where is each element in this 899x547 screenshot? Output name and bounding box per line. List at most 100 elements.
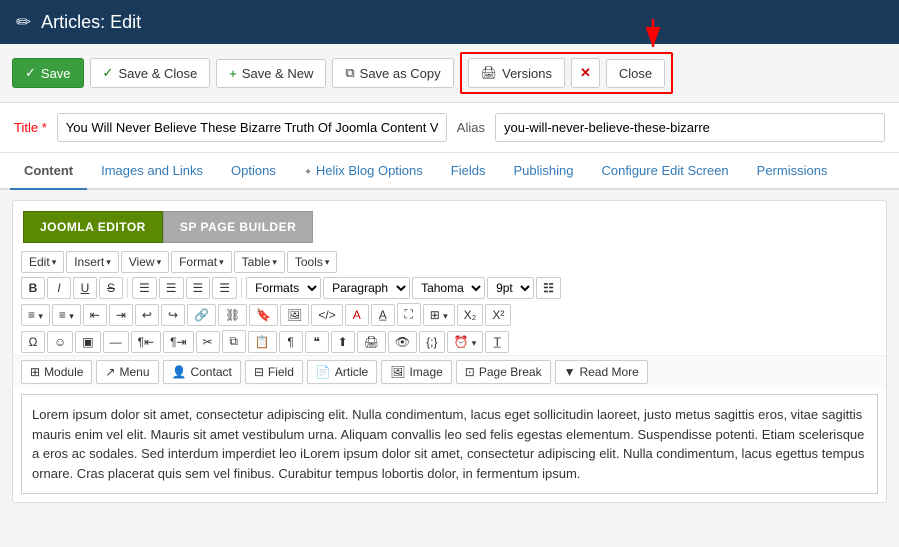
main-toolbar: ✓ Save ✓ Save & Close + Save & New ⧉ Sav…: [0, 44, 899, 103]
indent-decrease-button[interactable]: ⇤: [83, 304, 107, 326]
image-icon: 🖼: [390, 365, 405, 379]
title-input[interactable]: [57, 113, 447, 142]
menu-table[interactable]: Table ▾: [234, 251, 285, 273]
bg-color-button[interactable]: A̲: [371, 304, 395, 326]
save-close-label: Save & Close: [118, 66, 197, 81]
save-close-check-icon: ✓: [103, 65, 114, 81]
tab-permissions[interactable]: Permissions: [743, 153, 842, 190]
font-color-button[interactable]: A: [345, 304, 369, 326]
menu-button[interactable]: ↗ Menu: [96, 360, 158, 384]
preview-button[interactable]: 👁: [388, 331, 417, 353]
redo-button[interactable]: ↪: [161, 304, 185, 326]
copy-btn[interactable]: ⧉: [222, 330, 246, 353]
image-button[interactable]: 🖼 Image: [381, 360, 452, 384]
paste-button[interactable]: 📋: [248, 331, 277, 353]
sp-page-builder-button[interactable]: SP PAGE BUILDER: [163, 211, 313, 243]
menu-tools[interactable]: Tools ▾: [287, 251, 338, 273]
save-button[interactable]: ✓ Save: [12, 58, 84, 88]
tab-content[interactable]: Content: [10, 153, 87, 190]
rtl-button[interactable]: ¶⇤: [131, 331, 162, 353]
tab-configure-edit[interactable]: Configure Edit Screen: [587, 153, 742, 190]
bookmark-button[interactable]: 🔖: [249, 304, 278, 326]
list-ol-button[interactable]: ≡ ▾: [52, 304, 81, 326]
fullscreen-button[interactable]: ⛶: [397, 303, 421, 326]
versions-button[interactable]: 🖨 Versions: [468, 58, 565, 88]
size-select[interactable]: 9pt: [487, 277, 534, 299]
undo-button[interactable]: ↩: [135, 304, 159, 326]
alias-label: Alias: [457, 120, 485, 135]
smiley-button[interactable]: ☺: [47, 331, 73, 353]
editor-content-area[interactable]: Lorem ipsum dolor sit amet, consectetur …: [21, 394, 878, 494]
title-row: Title * Alias: [0, 103, 899, 153]
icon-bar-2: Ω ☺ ▣ — ¶⇤ ¶⇥ ✂ ⧉ 📋 ¶ ❝ ⬆ 🖨 👁 {;} ⏰ ▾ T̲: [21, 328, 878, 355]
hr-button[interactable]: —: [103, 331, 129, 353]
menu-view[interactable]: View ▾: [121, 251, 169, 273]
strikethrough-button[interactable]: S: [99, 277, 123, 299]
align-center-button[interactable]: ☰: [159, 277, 184, 299]
contact-icon: 👤: [172, 365, 187, 379]
image-label: Image: [409, 365, 442, 379]
editor-section: JOOMLA EDITOR SP PAGE BUILDER Edit ▾ Ins…: [12, 200, 887, 503]
clock-button[interactable]: ⏰ ▾: [447, 331, 484, 353]
tab-options[interactable]: Options: [217, 153, 290, 190]
formats-select[interactable]: Formats: [246, 277, 321, 299]
tab-helix-blog[interactable]: ✦ Helix Blog Options: [290, 153, 437, 190]
font-select[interactable]: Tahoma: [412, 277, 485, 299]
menu-btn-icon: ↗: [105, 365, 115, 379]
save-new-button[interactable]: + Save & New: [216, 59, 326, 88]
blockquote-button[interactable]: ❝: [305, 331, 329, 353]
icon-bar-1: ≡ ▾ ≡ ▾ ⇤ ⇥ ↩ ↪ 🔗 ⛓ 🔖 🖼 </> A A̲ ⛶ ⊞ ▾ X…: [21, 301, 878, 328]
media-button[interactable]: ▣: [75, 331, 100, 353]
menu-edit[interactable]: Edit ▾: [21, 251, 64, 273]
contact-button[interactable]: 👤 Contact: [163, 360, 241, 384]
tab-fields[interactable]: Fields: [437, 153, 500, 190]
close-x-button[interactable]: ✕: [571, 58, 600, 88]
pagebreak-icon: ⊡: [465, 365, 475, 379]
close-button[interactable]: Close: [606, 59, 665, 88]
alias-input[interactable]: [495, 113, 885, 142]
tab-publishing[interactable]: Publishing: [499, 153, 587, 190]
align-left-button[interactable]: ☰: [132, 277, 157, 299]
content-tabs: Content Images and Links Options ✦ Helix…: [0, 153, 899, 190]
print-button[interactable]: 🖨: [357, 331, 386, 353]
save-close-button[interactable]: ✓ Save & Close: [90, 58, 211, 88]
omega-button[interactable]: Ω: [21, 331, 45, 353]
align-right-button[interactable]: ☰: [186, 277, 211, 299]
joomla-editor-button[interactable]: JOOMLA EDITOR: [23, 211, 163, 243]
field-button[interactable]: ⊟ Field: [245, 360, 303, 384]
underline-button[interactable]: U: [73, 277, 97, 299]
bold-button[interactable]: B: [21, 277, 45, 299]
remove-format-button[interactable]: T̲: [485, 331, 509, 353]
page-break-button[interactable]: ⊡ Page Break: [456, 360, 551, 384]
align-justify-button[interactable]: ☰: [212, 277, 237, 299]
menu-btn-label: Menu: [119, 365, 149, 379]
tab-images-links[interactable]: Images and Links: [87, 153, 217, 190]
pilcrow-button[interactable]: ¶: [279, 331, 303, 353]
article-button[interactable]: 📄 Article: [307, 360, 377, 384]
subscript-button[interactable]: X₂: [457, 304, 484, 326]
link-button[interactable]: 🔗: [187, 304, 216, 326]
cut-button[interactable]: ✂: [196, 331, 220, 353]
read-more-button[interactable]: ▼ Read More: [555, 360, 648, 384]
menu-insert[interactable]: Insert ▾: [66, 251, 119, 273]
menu-format[interactable]: Format ▾: [171, 251, 232, 273]
editor-toolbar: Edit ▾ Insert ▾ View ▾ Format ▾ Table ▾ …: [13, 243, 886, 355]
superscript-button[interactable]: X²: [485, 304, 511, 326]
ltr-button[interactable]: ¶⇥: [163, 331, 194, 353]
italic-button[interactable]: I: [47, 277, 71, 299]
source-button[interactable]: {;}: [419, 331, 444, 353]
upload-button[interactable]: ⬆: [331, 331, 355, 353]
more-options-button[interactable]: ☷: [536, 277, 561, 299]
save-copy-icon: ⧉: [345, 65, 354, 81]
module-button[interactable]: ⊞ Module: [21, 360, 92, 384]
pagebreak-label: Page Break: [479, 365, 542, 379]
list-ul-button[interactable]: ≡ ▾: [21, 304, 50, 326]
unlink-button[interactable]: ⛓: [218, 304, 247, 326]
indent-increase-button[interactable]: ⇥: [109, 304, 133, 326]
paragraph-select[interactable]: Paragraph: [323, 277, 410, 299]
code-button[interactable]: </>: [311, 304, 342, 326]
save-copy-button[interactable]: ⧉ Save as Copy: [332, 58, 453, 88]
required-indicator: *: [42, 120, 47, 135]
insert-image-button[interactable]: 🖼: [280, 304, 309, 326]
table-button[interactable]: ⊞ ▾: [423, 304, 455, 326]
